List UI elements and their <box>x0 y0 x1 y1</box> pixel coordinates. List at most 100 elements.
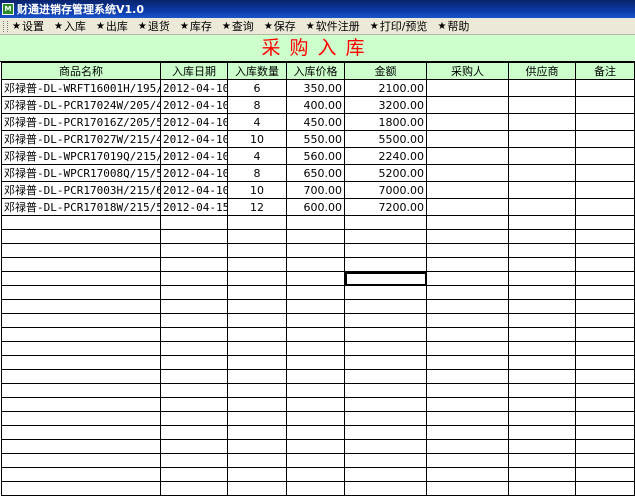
menu-item-7[interactable]: ★ 软件注册 <box>306 18 360 34</box>
table-cell[interactable] <box>508 355 576 370</box>
column-header[interactable]: 商品名称 <box>1 62 161 80</box>
table-cell[interactable] <box>508 79 576 97</box>
table-cell[interactable] <box>508 313 576 328</box>
table-cell[interactable] <box>160 453 228 468</box>
menu-item-2[interactable]: ★ 出库 <box>96 18 128 34</box>
table-cell[interactable] <box>508 198 576 216</box>
table-cell[interactable] <box>575 130 635 148</box>
table-cell[interactable] <box>286 369 345 384</box>
table-cell[interactable] <box>286 467 345 482</box>
table-cell[interactable]: 3200.00 <box>344 96 427 114</box>
table-cell[interactable] <box>426 147 509 165</box>
table-cell[interactable] <box>1 411 161 426</box>
table-cell[interactable] <box>575 113 635 131</box>
table-cell[interactable]: 5200.00 <box>344 164 427 182</box>
table-cell[interactable]: 邓禄普-DL-WPCR17019Q/215/50R17 <box>1 147 161 165</box>
table-cell[interactable] <box>426 425 509 440</box>
table-cell[interactable] <box>286 411 345 426</box>
table-cell[interactable]: 6 <box>227 79 287 97</box>
table-cell[interactable] <box>575 164 635 182</box>
table-cell[interactable] <box>227 285 287 300</box>
table-cell[interactable] <box>508 327 576 342</box>
table-cell[interactable] <box>344 383 427 398</box>
table-cell[interactable] <box>575 383 635 398</box>
column-header[interactable]: 采购人 <box>426 62 509 80</box>
table-cell[interactable] <box>508 411 576 426</box>
table-cell[interactable] <box>1 383 161 398</box>
table-cell[interactable] <box>160 439 228 454</box>
table-cell[interactable] <box>286 215 345 230</box>
table-cell[interactable]: 8 <box>227 96 287 114</box>
table-cell[interactable] <box>227 467 287 482</box>
table-cell[interactable] <box>426 411 509 426</box>
table-cell[interactable] <box>1 313 161 328</box>
table-cell[interactable] <box>344 439 427 454</box>
menu-item-5[interactable]: ★ 查询 <box>222 18 254 34</box>
table-cell[interactable] <box>286 439 345 454</box>
table-cell[interactable] <box>426 243 509 258</box>
table-cell[interactable] <box>286 327 345 342</box>
table-cell[interactable] <box>508 257 576 272</box>
table-cell[interactable] <box>1 397 161 412</box>
table-cell[interactable] <box>344 481 427 496</box>
table-cell[interactable] <box>344 397 427 412</box>
table-cell[interactable]: 邓禄普-DL-PCR17018W/215/55R16 <box>1 198 161 216</box>
table-cell[interactable] <box>344 243 427 258</box>
table-cell[interactable] <box>426 198 509 216</box>
table-cell[interactable] <box>426 383 509 398</box>
table-cell[interactable] <box>227 411 287 426</box>
table-cell[interactable] <box>227 383 287 398</box>
table-cell[interactable]: 2012-04-10 <box>160 113 228 131</box>
selected-cell[interactable] <box>344 271 427 286</box>
table-cell[interactable]: 400.00 <box>286 96 345 114</box>
table-cell[interactable] <box>286 341 345 356</box>
table-cell[interactable] <box>508 467 576 482</box>
column-header[interactable]: 供应商 <box>508 62 576 80</box>
table-cell[interactable] <box>286 243 345 258</box>
table-cell[interactable] <box>1 257 161 272</box>
table-cell[interactable] <box>160 467 228 482</box>
table-cell[interactable] <box>286 313 345 328</box>
table-cell[interactable] <box>227 439 287 454</box>
table-cell[interactable] <box>344 341 427 356</box>
table-cell[interactable] <box>575 313 635 328</box>
table-cell[interactable] <box>575 96 635 114</box>
table-cell[interactable]: 邓禄普-DL-WPCR17008Q/15/55R17 <box>1 164 161 182</box>
table-cell[interactable] <box>344 257 427 272</box>
table-cell[interactable] <box>286 271 345 286</box>
table-cell[interactable] <box>508 147 576 165</box>
table-cell[interactable] <box>160 229 228 244</box>
table-cell[interactable]: 2100.00 <box>344 79 427 97</box>
table-cell[interactable] <box>227 313 287 328</box>
table-cell[interactable] <box>575 229 635 244</box>
table-cell[interactable] <box>508 215 576 230</box>
table-cell[interactable] <box>426 439 509 454</box>
table-cell[interactable] <box>575 271 635 286</box>
table-cell[interactable] <box>575 369 635 384</box>
table-cell[interactable] <box>286 285 345 300</box>
table-cell[interactable] <box>508 229 576 244</box>
table-cell[interactable] <box>426 453 509 468</box>
menu-item-9[interactable]: ★ 帮助 <box>437 18 469 34</box>
table-cell[interactable] <box>575 453 635 468</box>
table-cell[interactable]: 邓禄普-DL-PCR17003H/215/60R17 <box>1 181 161 199</box>
menu-item-6[interactable]: ★ 保存 <box>264 18 296 34</box>
table-cell[interactable] <box>508 341 576 356</box>
menu-item-4[interactable]: ★ 库存 <box>180 18 212 34</box>
table-cell[interactable] <box>575 439 635 454</box>
table-cell[interactable] <box>160 285 228 300</box>
table-cell[interactable]: 10 <box>227 181 287 199</box>
table-cell[interactable] <box>286 453 345 468</box>
table-cell[interactable] <box>227 355 287 370</box>
table-cell[interactable]: 550.00 <box>286 130 345 148</box>
table-cell[interactable] <box>1 355 161 370</box>
table-cell[interactable]: 1800.00 <box>344 113 427 131</box>
table-cell[interactable] <box>508 271 576 286</box>
table-cell[interactable] <box>160 355 228 370</box>
table-cell[interactable] <box>575 215 635 230</box>
table-cell[interactable] <box>227 341 287 356</box>
table-cell[interactable] <box>426 229 509 244</box>
table-cell[interactable] <box>227 215 287 230</box>
table-cell[interactable] <box>426 79 509 97</box>
table-cell[interactable] <box>575 198 635 216</box>
